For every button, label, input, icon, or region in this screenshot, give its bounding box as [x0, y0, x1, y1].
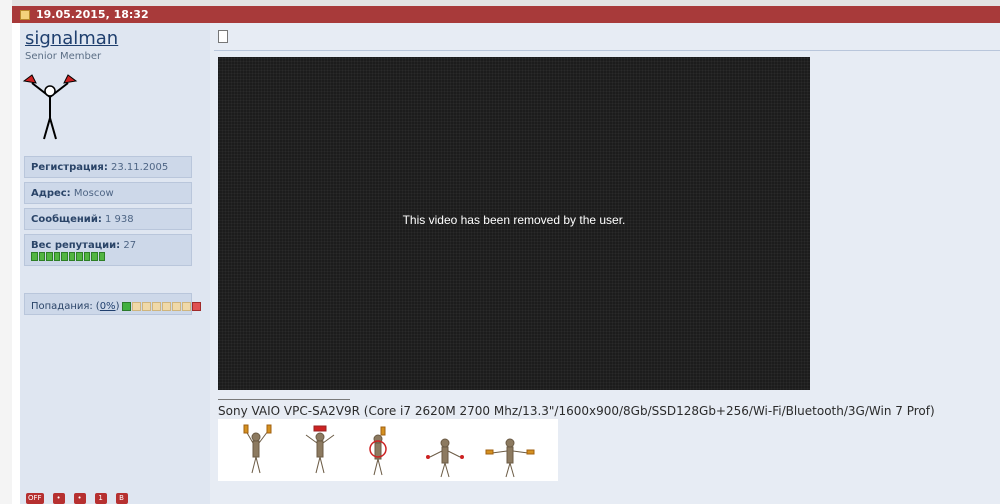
address-label: Адрес: [31, 188, 71, 199]
video-player[interactable]: This video has been removed by the user. [218, 57, 810, 390]
reputation-pip [38, 252, 45, 261]
reputation-pip [61, 252, 68, 261]
reputation-pip [76, 252, 83, 261]
reputation-pip [91, 252, 98, 261]
signature-divider [218, 399, 350, 400]
post: 19.05.2015, 18:32 signalman Senior Membe… [12, 0, 1000, 504]
action-off-button[interactable]: OFF [26, 493, 44, 504]
posts-label: Сообщений: [31, 214, 102, 225]
post-status-icon [20, 9, 30, 20]
info-reputation: Вес репутации: 27 [24, 234, 192, 266]
reputation-pip [68, 252, 75, 261]
hits-indicator [122, 301, 202, 311]
signature-semaphore-image [218, 419, 558, 481]
post-icon [218, 30, 228, 43]
post-actions: OFF • • 1 B [26, 493, 128, 504]
hits-value-link[interactable]: 0% [100, 301, 116, 312]
avatar [22, 74, 78, 140]
registration-value: 23.11.2005 [111, 162, 169, 173]
address-value: Moscow [73, 188, 114, 199]
action-button-4[interactable]: 1 [94, 493, 107, 504]
action-button-3[interactable]: • [73, 493, 86, 504]
post-content: This video has been removed by the user.… [210, 23, 1000, 504]
reputation-label: Вес репутации: [31, 240, 121, 251]
hits-close-paren: ) [115, 300, 120, 312]
post-header: 19.05.2015, 18:32 [12, 0, 1000, 23]
info-address: Адрес: Moscow [24, 182, 192, 204]
post-datetime: 19.05.2015, 18:32 [36, 8, 149, 21]
user-profile: signalman Senior Member Регистрация: 23.… [20, 23, 211, 504]
reputation-pip [83, 252, 90, 261]
signature-text: Sony VAIO VPC-SA2V9R (Core i7 2620M 2700… [218, 404, 935, 418]
info-hits: Попадания: (0%) [24, 293, 202, 315]
reputation-value: 27 [123, 240, 137, 251]
reputation-pip [98, 252, 105, 261]
reputation-bar [31, 252, 105, 261]
reputation-pip [53, 252, 60, 261]
action-button-5[interactable]: B [115, 493, 128, 504]
content-divider [214, 50, 1000, 51]
action-button-2[interactable]: • [52, 493, 65, 504]
registration-label: Регистрация: [31, 162, 108, 173]
reputation-pip [46, 252, 53, 261]
user-title: Senior Member [25, 51, 102, 62]
username-link[interactable]: signalman [25, 28, 118, 49]
info-posts: Сообщений: 1 938 [24, 208, 192, 230]
video-removed-message: This video has been removed by the user. [402, 213, 626, 227]
hits-label: Попадания: [31, 300, 93, 312]
info-registration: Регистрация: 23.11.2005 [24, 156, 192, 178]
reputation-pip [31, 252, 38, 261]
posts-value: 1 938 [105, 214, 134, 225]
